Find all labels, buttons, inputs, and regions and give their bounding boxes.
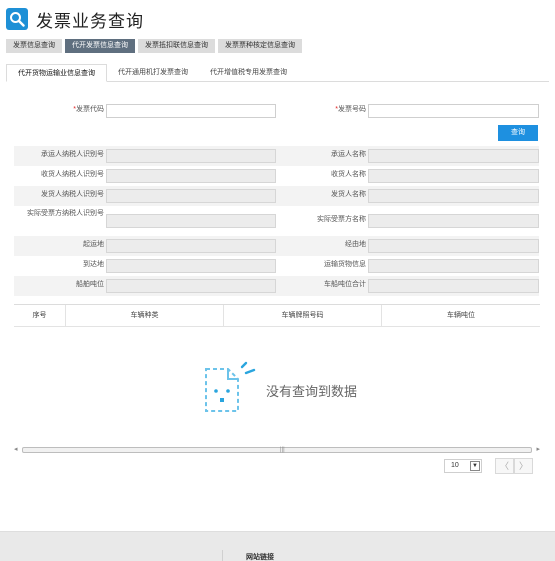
search-icon xyxy=(6,8,28,30)
table-header: 序号 车辆种类 车辆牌照号码 车辆吨位 xyxy=(14,305,540,327)
subtab-freight-transport[interactable]: 代开货物运输业信息查询 xyxy=(6,64,107,82)
vessel-tonnage-label: 船舶吨位 xyxy=(76,281,104,288)
invoice-number-label: *发票号码 xyxy=(274,106,366,114)
carrier-taxid-label: 承运人纳税人识别号 xyxy=(41,151,104,158)
receiver-taxid-label: 收货人纳税人识别号 xyxy=(41,171,104,178)
tab-invoice-info[interactable]: 发票信息查询 xyxy=(6,39,62,53)
query-button[interactable]: 查询 xyxy=(498,125,538,141)
invoice-number-input[interactable] xyxy=(368,104,539,118)
shipper-taxid-label: 发货人纳税人识别号 xyxy=(41,191,104,198)
scroll-right-icon[interactable]: ▸ xyxy=(536,445,540,453)
recipient-taxid-label: 实际受票方纳税人识别号 xyxy=(27,210,104,217)
via-field[interactable] xyxy=(368,239,539,253)
receiver-taxid-field[interactable] xyxy=(106,169,276,183)
sub-tab-bar: 代开货物运输业信息查询 代开通用机打发票查询 代开增值税专用发票查询 xyxy=(6,64,549,82)
horizontal-scrollbar[interactable]: ◂ ||| ▸ xyxy=(14,445,540,455)
receiver-name-field[interactable] xyxy=(368,169,539,183)
page-header: 发票业务查询 xyxy=(6,7,144,31)
tab-invoice-type-approval[interactable]: 发票票种核定信息查询 xyxy=(218,39,302,53)
vehicle-tonnage-total-field[interactable] xyxy=(368,279,539,293)
shipper-name-label: 发货人名称 xyxy=(331,191,366,198)
shipper-name-field[interactable] xyxy=(368,189,539,203)
carrier-name-field[interactable] xyxy=(368,149,539,163)
scrollbar-thumb[interactable]: ||| xyxy=(22,447,532,453)
cargo-info-label: 运输货物信息 xyxy=(324,261,366,268)
via-label: 经由地 xyxy=(345,241,366,248)
page-nav: 〈 〉 xyxy=(495,458,533,474)
footer-divider xyxy=(222,550,223,561)
pagination: 10 ▼ 〈 〉 xyxy=(444,458,533,474)
page-title: 发票业务查询 xyxy=(36,11,144,31)
chevron-down-icon[interactable]: ▼ xyxy=(470,461,480,471)
scroll-left-icon[interactable]: ◂ xyxy=(14,445,18,453)
form-row: 起运地 经由地 xyxy=(14,236,539,256)
origin-field[interactable] xyxy=(106,239,276,253)
recipient-taxid-field[interactable] xyxy=(106,214,276,228)
column-header-vehicle-tonnage[interactable]: 车辆吨位 xyxy=(382,305,540,327)
top-tab-bar: 发票信息查询 代开发票信息查询 发票抵扣联信息查询 发票票种核定信息查询 xyxy=(6,39,302,53)
vessel-tonnage-field[interactable] xyxy=(106,279,276,293)
column-header-plate-number[interactable]: 车辆牌照号码 xyxy=(224,305,382,327)
origin-label: 起运地 xyxy=(83,241,104,248)
form-row: 收货人纳税人识别号 收货人名称 xyxy=(14,166,539,186)
receiver-name-label: 收货人名称 xyxy=(331,171,366,178)
subtab-vat-special-invoice[interactable]: 代开增值税专用发票查询 xyxy=(199,64,298,82)
form-row: 实际受票方纳税人识别号 实际受票方名称 xyxy=(14,206,539,236)
form-row-search: *发票代码 *发票号码 xyxy=(14,102,539,122)
form-row: 船舶吨位 车船吨位合计 xyxy=(14,276,539,296)
carrier-taxid-field[interactable] xyxy=(106,149,276,163)
column-header-vehicle-type[interactable]: 车辆种类 xyxy=(66,305,224,327)
tab-deduction-info[interactable]: 发票抵扣联信息查询 xyxy=(138,39,215,53)
carrier-name-label: 承运人名称 xyxy=(331,151,366,158)
prev-page-button[interactable]: 〈 xyxy=(495,458,514,474)
form-row: 发货人纳税人识别号 发货人名称 xyxy=(14,186,539,206)
invoice-code-label-text: 发票代码 xyxy=(76,106,104,113)
next-page-button[interactable]: 〉 xyxy=(514,458,533,474)
recipient-name-field[interactable] xyxy=(368,214,539,228)
empty-document-icon xyxy=(205,361,256,412)
results-table: 序号 车辆种类 车辆牌照号码 车辆吨位 没有查询到数据 ◂ ||| ▸ xyxy=(14,304,540,456)
destination-field[interactable] xyxy=(106,259,276,273)
invoice-code-input[interactable] xyxy=(106,104,276,118)
page-size-value: 10 xyxy=(451,462,459,469)
invoice-code-label: *发票代码 xyxy=(14,106,104,114)
subtab-general-machine-invoice[interactable]: 代开通用机打发票查询 xyxy=(107,64,199,82)
form-row: 承运人纳税人识别号 承运人名称 xyxy=(14,146,539,166)
column-header-index[interactable]: 序号 xyxy=(14,305,66,327)
footer-links-label[interactable]: 网站链接 xyxy=(246,552,274,561)
scrollbar-grip: ||| xyxy=(280,447,285,453)
page-size-select[interactable]: 10 ▼ xyxy=(444,459,482,473)
vehicle-tonnage-total-label: 车船吨位合计 xyxy=(324,281,366,288)
tab-agent-invoice-info[interactable]: 代开发票信息查询 xyxy=(65,39,135,53)
invoice-number-label-text: 发票号码 xyxy=(338,106,366,113)
cargo-info-field[interactable] xyxy=(368,259,539,273)
destination-label: 到达地 xyxy=(83,261,104,268)
empty-message: 没有查询到数据 xyxy=(266,384,358,399)
page-footer: 网站链接 xyxy=(0,531,555,561)
form-row: 到达地 运输货物信息 xyxy=(14,256,539,276)
shipper-taxid-field[interactable] xyxy=(106,189,276,203)
recipient-name-label: 实际受票方名称 xyxy=(317,216,366,223)
